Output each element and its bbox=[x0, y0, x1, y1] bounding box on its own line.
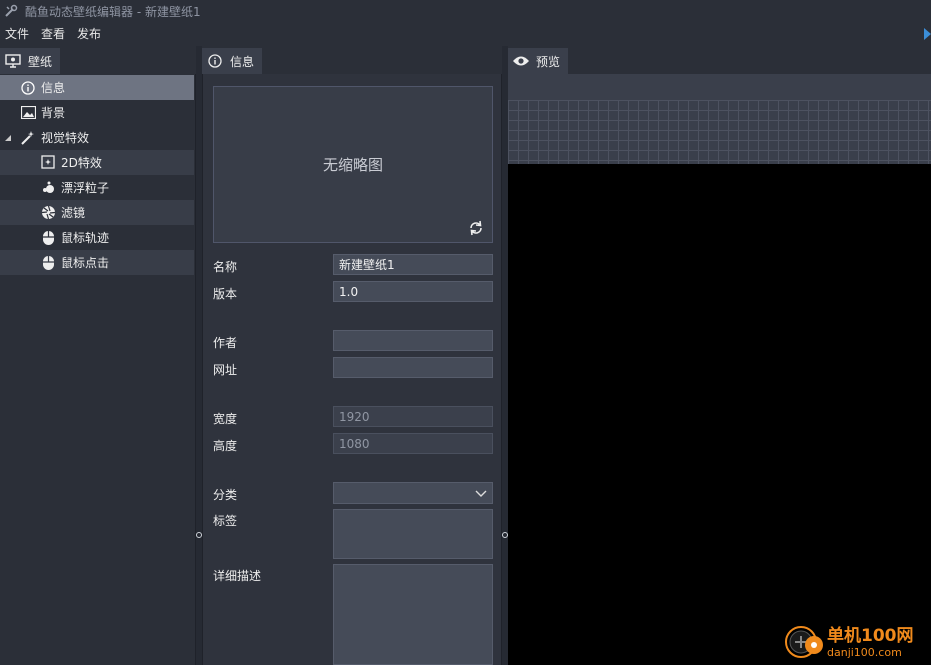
particles-icon bbox=[40, 180, 56, 196]
image-icon bbox=[20, 105, 36, 121]
wallpaper-tree: 信息 背景 视觉特效 2D特效 漂浮粒子 滤镜 鼠标轨迹 鼠标点击 bbox=[0, 74, 196, 665]
tree-item-label: 鼠标轨迹 bbox=[61, 231, 110, 245]
tree-item-label: 信息 bbox=[41, 81, 66, 95]
tree-item-background[interactable]: 背景 bbox=[0, 100, 194, 125]
transparency-grid bbox=[508, 100, 931, 164]
info-form: 无缩略图 名称 新建壁纸1 版本 1.0 作者 网址 宽度 1920 高度 10… bbox=[202, 74, 502, 665]
info-icon bbox=[20, 80, 36, 96]
tab-preview-label: 预览 bbox=[536, 54, 561, 69]
name-label: 名称 bbox=[213, 260, 238, 274]
menu-file[interactable]: 文件 bbox=[0, 22, 35, 46]
tree-item-mouse-click[interactable]: 鼠标点击 bbox=[0, 250, 194, 275]
tags-label: 标签 bbox=[213, 514, 238, 528]
version-label: 版本 bbox=[213, 287, 238, 301]
tree-item-label: 2D特效 bbox=[61, 156, 102, 170]
title-bar: 酷鱼动态壁纸编辑器 - 新建壁纸1 bbox=[0, 0, 931, 22]
tree-item-mouse-trail[interactable]: 鼠标轨迹 bbox=[0, 225, 194, 250]
watermark-logo bbox=[781, 621, 825, 663]
aperture-icon bbox=[40, 205, 56, 221]
description-textarea[interactable] bbox=[333, 564, 493, 665]
watermark-main-text: 单机100网 bbox=[827, 625, 914, 646]
wallpaper-tree-panel: 壁纸 信息 背景 视觉特效 2D特效 漂浮粒子 滤镜 鼠标轨迹 鼠标点击 bbox=[0, 46, 196, 665]
sparkle-icon bbox=[40, 155, 56, 171]
tab-info-label: 信息 bbox=[230, 54, 255, 69]
refresh-icon[interactable] bbox=[468, 220, 484, 236]
height-input: 1080 bbox=[333, 433, 493, 454]
expand-arrow-icon[interactable] bbox=[4, 134, 14, 142]
menu-view[interactable]: 查看 bbox=[35, 22, 71, 46]
tree-item-label: 滤镜 bbox=[61, 206, 86, 220]
menu-publish[interactable]: 发布 bbox=[71, 22, 107, 46]
chevron-down-icon bbox=[475, 487, 487, 502]
author-input[interactable] bbox=[333, 330, 493, 351]
name-input[interactable]: 新建壁纸1 bbox=[333, 254, 493, 275]
watermark: 单机100网 danji100.com bbox=[781, 621, 929, 663]
version-input[interactable]: 1.0 bbox=[333, 281, 493, 302]
tree-item-visual-effects[interactable]: 视觉特效 bbox=[0, 125, 194, 150]
tree-item-label: 漂浮粒子 bbox=[61, 181, 110, 195]
play-triangle-icon[interactable] bbox=[924, 28, 931, 40]
url-input[interactable] bbox=[333, 357, 493, 378]
tree-item-label: 视觉特效 bbox=[41, 131, 90, 145]
tree-item-label: 鼠标点击 bbox=[61, 256, 110, 270]
category-label: 分类 bbox=[213, 488, 238, 502]
menu-bar: 文件 查看 发布 bbox=[0, 22, 931, 46]
preview-toolbar bbox=[508, 74, 931, 100]
wallpaper-tabbar: 壁纸 bbox=[0, 46, 196, 74]
info-panel: 信息 无缩略图 名称 新建壁纸1 版本 1.0 作者 网址 宽度 1920 高度… bbox=[202, 46, 502, 665]
tree-item-2d-effects[interactable]: 2D特效 bbox=[0, 150, 194, 175]
description-label: 详细描述 bbox=[213, 569, 262, 583]
tree-item-filter[interactable]: 滤镜 bbox=[0, 200, 194, 225]
tags-textarea[interactable] bbox=[333, 509, 493, 559]
info-tabbar: 信息 bbox=[202, 46, 502, 74]
mouse-icon bbox=[40, 230, 56, 246]
width-label: 宽度 bbox=[213, 412, 238, 426]
watermark-text: 单机100网 danji100.com bbox=[827, 626, 914, 659]
preview-tabbar: 预览 bbox=[508, 46, 931, 74]
tab-wallpaper[interactable]: 壁纸 bbox=[0, 48, 61, 74]
height-label: 高度 bbox=[213, 439, 238, 453]
preview-canvas[interactable] bbox=[508, 164, 931, 665]
thumbnail-placeholder-text: 无缩略图 bbox=[322, 156, 383, 174]
preview-panel: 预览 bbox=[508, 46, 931, 665]
tree-item-info[interactable]: 信息 bbox=[0, 75, 194, 100]
watermark-url-text: danji100.com bbox=[827, 645, 902, 659]
tree-item-label: 背景 bbox=[41, 106, 66, 120]
tab-wallpaper-label: 壁纸 bbox=[28, 54, 53, 69]
monitor-gear-icon bbox=[4, 52, 22, 70]
tree-item-floating-particles[interactable]: 漂浮粒子 bbox=[0, 175, 194, 200]
app-icon bbox=[3, 3, 19, 19]
tab-preview[interactable]: 预览 bbox=[508, 48, 569, 74]
thumbnail-box[interactable]: 无缩略图 bbox=[213, 86, 493, 243]
tab-info[interactable]: 信息 bbox=[202, 48, 263, 74]
mouse-click-icon bbox=[40, 255, 56, 271]
eye-icon bbox=[512, 52, 530, 70]
preview-body bbox=[508, 74, 931, 665]
width-input: 1920 bbox=[333, 406, 493, 427]
magic-wand-icon bbox=[20, 130, 36, 146]
category-select[interactable] bbox=[333, 482, 493, 504]
window-title: 酷鱼动态壁纸编辑器 - 新建壁纸1 bbox=[25, 4, 201, 19]
author-label: 作者 bbox=[213, 336, 238, 350]
info-icon bbox=[206, 52, 224, 70]
url-label: 网址 bbox=[213, 363, 238, 377]
